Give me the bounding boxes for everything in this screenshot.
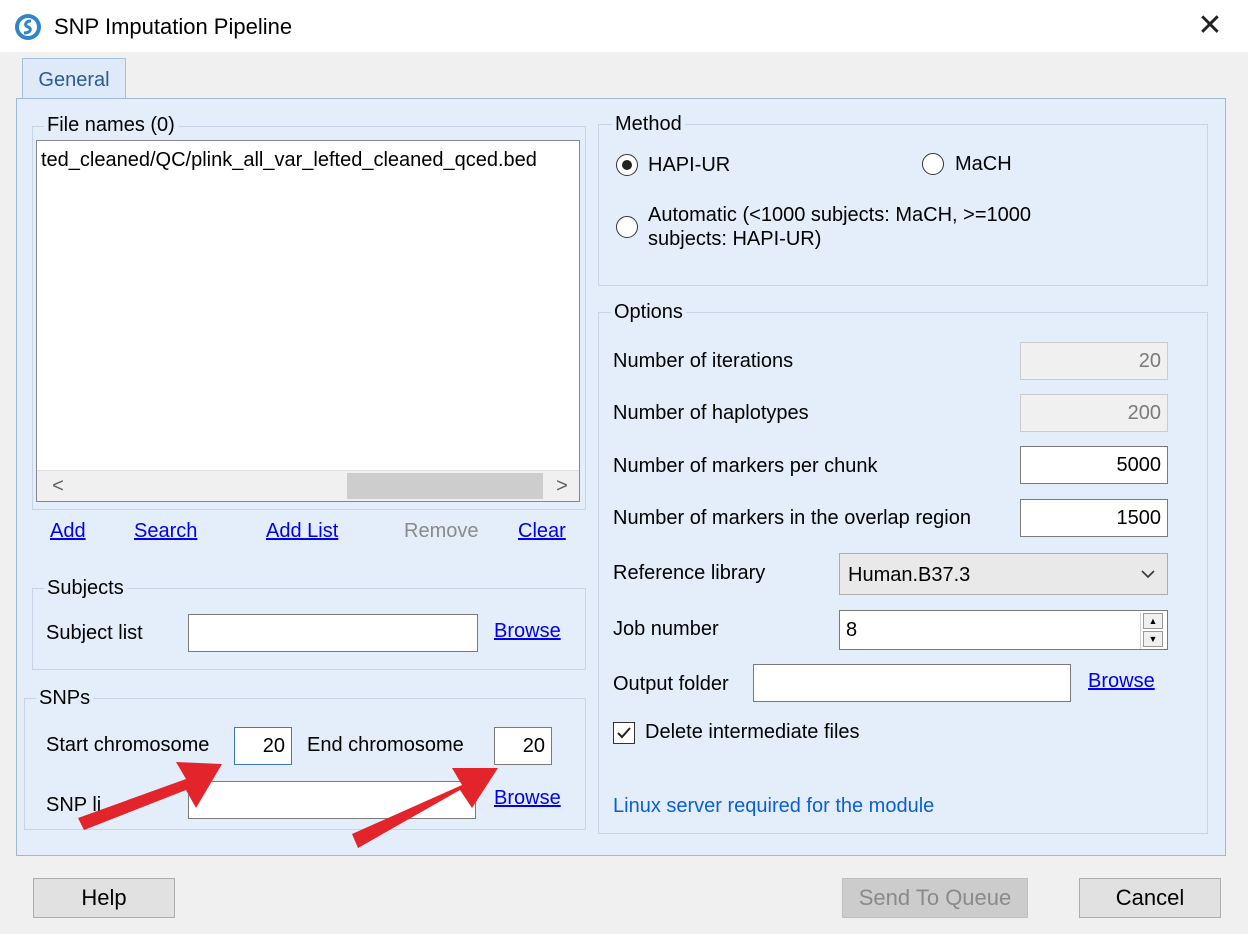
- dialog-window: SNP Imputation Pipeline ✕ General File n…: [0, 0, 1248, 934]
- red-arrow-icon: [78, 762, 222, 830]
- red-arrow-icon: [352, 768, 498, 848]
- annotation-arrows: [78, 762, 498, 848]
